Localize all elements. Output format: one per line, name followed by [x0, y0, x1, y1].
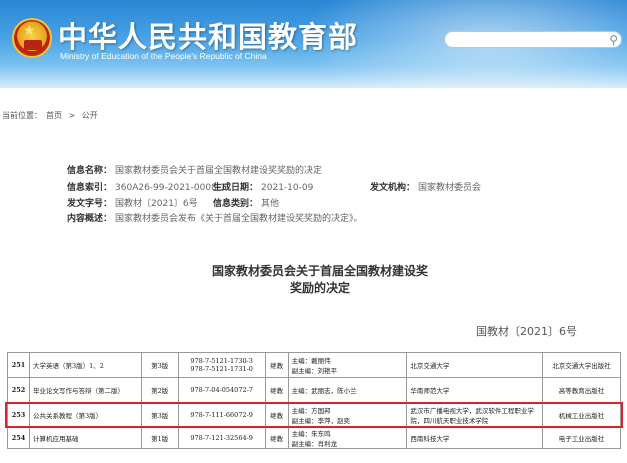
info-docno-row: 发文字号： 国教材〔2021〕6号 [67, 196, 198, 209]
info-date-label: 生成日期： [213, 183, 259, 193]
isbn-line: 978-7-111-66072-9 [190, 411, 253, 419]
cell-isbn: 978-7-04-054072-7 [177, 377, 266, 403]
cell-editors: 主编：朱东鸣 副主编：肖利龙 [287, 427, 408, 449]
document-title-line1: 国家教材委员会关于首届全国教材建设奖 [211, 264, 428, 278]
info-name-label: 信息名称： [67, 166, 113, 176]
editor-line: 主编：朱东鸣 [291, 430, 331, 438]
info-name-row: 信息名称： 国家教材委员会关于首届全国教材建设奖奖励的决定 [67, 163, 322, 176]
award-table-body: 251 大学英语（第3版）1、2 第3版 978-7-5121-1730-3 978-7… [7, 352, 621, 449]
info-index-row: 信息索引： 360A26-99-2021-0008-1 [67, 180, 226, 193]
editor-line: 副主编：李萍，赵奕 [291, 417, 351, 425]
site-header: ★ 中华人民共和国教育部 Ministry of Education of th… [0, 0, 627, 88]
emblem-star-icon: ★ [23, 23, 36, 39]
cell-category: 继教 [264, 402, 289, 428]
cell-row-number: 253 [7, 402, 30, 428]
cell-editors: 主编：方国邦副主编：李萍，赵奕 [287, 402, 408, 428]
info-date-value: 2021-10-09 [261, 183, 314, 193]
cell-textbook-name: 毕业论文写作与答辩（第二版） [28, 377, 142, 403]
cell-publisher: 机械工业出版社 [542, 402, 621, 428]
cell-institution: 北京交通大学 [406, 352, 544, 378]
isbn-line: 978-7-5121-1731-0 [190, 365, 253, 373]
info-category-label: 信息类别： [213, 199, 259, 209]
editor-line: 副主编：肖利龙 [291, 440, 338, 448]
isbn-line: 978-7-04-054072-7 [190, 386, 253, 394]
editor-line: 主编：方国邦 [291, 407, 331, 415]
document-title: 国家教材委员会关于首届全国教材建设奖 奖励的决定 [200, 263, 440, 297]
cell-edition: 第3版 [140, 402, 179, 428]
breadcrumb-current[interactable]: 公开 [82, 111, 98, 120]
cell-edition: 第2版 [140, 377, 179, 403]
info-name-value: 国家教材委员会关于首届全国教材建设奖奖励的决定 [115, 166, 323, 176]
info-category-row: 信息类别： 其他 [213, 196, 279, 209]
cell-publisher: 高等教育出版社 [542, 377, 621, 403]
info-org-label: 发文机构： [370, 183, 416, 193]
breadcrumb-separator: > [68, 111, 76, 120]
cell-row-number: 251 [7, 352, 30, 378]
editor-line: 主编：武丽志，陈小兰 [291, 387, 357, 395]
search-icon[interactable]: ⚲ [609, 33, 618, 47]
site-title[interactable]: 中华人民共和国教育部 [58, 14, 358, 56]
cell-row-number: 254 [7, 427, 30, 449]
cell-textbook-name: 计算机应用基础 [28, 427, 142, 449]
breadcrumb-home[interactable]: 首页 [46, 111, 62, 120]
cell-category: 继教 [264, 427, 289, 449]
editor-line: 主编：戴丽伟 [291, 357, 331, 365]
cell-category: 继教 [264, 377, 289, 403]
cell-textbook-name: 公共关系教程（第3版） [28, 402, 142, 428]
cell-row-number: 252 [7, 377, 30, 403]
info-summary-value: 国家教材委员会发布《关于首届全国教材建设奖奖励的决定》。 [115, 214, 363, 224]
info-category-value: 其他 [261, 199, 280, 209]
award-table: 251 大学英语（第3版）1、2 第3版 978-7-5121-1730-3 978-7… [7, 352, 621, 449]
table-row: 251 大学英语（第3版）1、2 第3版 978-7-5121-1730-3 978-7… [7, 352, 621, 378]
cell-edition: 第1版 [140, 427, 179, 449]
cell-isbn: 978-7-121-32564-9 [177, 427, 266, 449]
isbn-line: 978-7-121-32564-9 [190, 434, 253, 442]
document-number: 国教材〔2021〕6号 [476, 325, 577, 338]
cell-textbook-name: 大学英语（第3版）1、2 [28, 352, 142, 378]
cell-editors: 主编：戴丽伟 副主编：刘艳平 [287, 352, 408, 378]
cell-editors: 主编：武丽志，陈小兰 [287, 377, 408, 403]
cell-isbn: 978-7-5121-1730-3 978-7-5121-1731-0 [177, 352, 266, 378]
table-row: 253 公共关系教程（第3版） 第3版 978-7-111-66072-9 继教 主编：方… [7, 402, 621, 428]
info-index-label: 信息索引： [67, 183, 113, 193]
info-org-value: 国家教材委员会 [418, 183, 482, 193]
cell-publisher: 电子工业出版社 [542, 427, 621, 449]
breadcrumb-label: 当前位置： [2, 111, 42, 120]
cell-isbn: 978-7-111-66072-9 [177, 402, 266, 428]
info-docno-value: 国教材〔2021〕6号 [115, 199, 198, 209]
emblem-gate-icon [24, 40, 42, 50]
table-row: 254 计算机应用基础 第1版 978-7-121-32564-9 继教 主编：朱东鸣 副主… [7, 427, 621, 449]
editor-line: 副主编：刘艳平 [291, 367, 338, 375]
cell-institution: 武汉市广播电视大学，武汉软件工程职业学院，四川航天职业技术学院 [406, 402, 544, 428]
document-title-line2: 奖励的决定 [289, 281, 350, 295]
cell-edition: 第3版 [140, 352, 179, 378]
info-summary-row: 内容概述： 国家教材委员会发布《关于首届全国教材建设奖奖励的决定》。 [67, 211, 363, 224]
table-row: 252 毕业论文写作与答辩（第二版） 第2版 978-7-04-054072-7 继教主… [7, 377, 621, 403]
search-input[interactable]: ⚲ [444, 31, 622, 48]
isbn-line: 978-7-5121-1730-3 [190, 357, 253, 365]
info-date-row: 生成日期： 2021-10-09 [213, 180, 313, 193]
national-emblem-icon[interactable]: ★ [12, 18, 52, 58]
site-subtitle: Ministry of Education of the People's Re… [60, 51, 267, 61]
cell-institution: 华南师范大学 [406, 377, 544, 403]
info-org-row: 发文机构： 国家教材委员会 [370, 180, 481, 193]
cell-category: 继教 [264, 352, 289, 378]
cell-publisher: 北京交通大学出版社 [542, 352, 621, 378]
info-summary-label: 内容概述： [67, 214, 113, 224]
info-index-value: 360A26-99-2021-0008-1 [115, 183, 226, 193]
breadcrumb: 当前位置： 首页 > 公开 [2, 110, 102, 121]
cell-institution: 西南科技大学 [406, 427, 544, 449]
info-docno-label: 发文字号： [67, 199, 113, 209]
